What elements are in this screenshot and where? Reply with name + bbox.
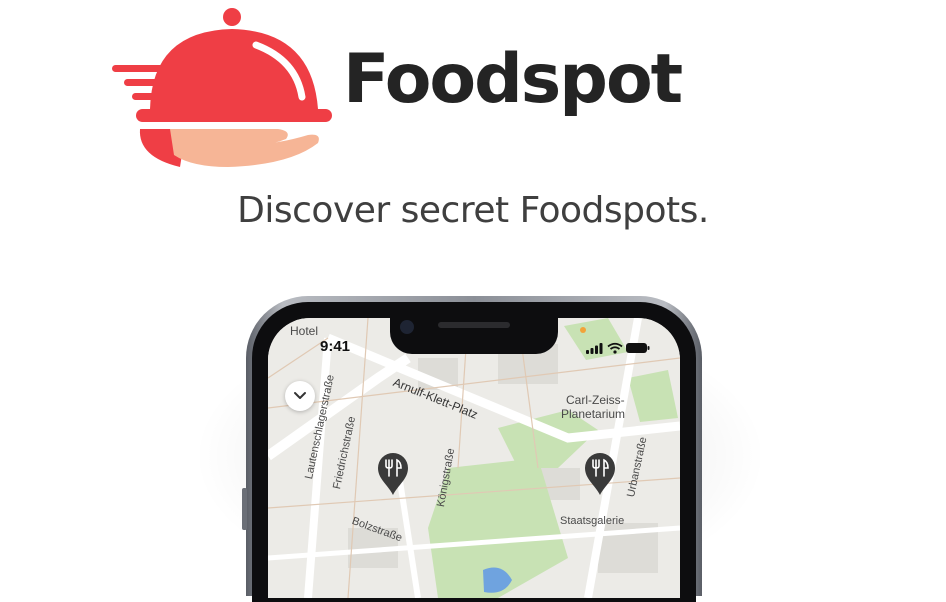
battery-icon xyxy=(626,343,650,353)
map-label-hotel: Hotel xyxy=(290,324,319,338)
phone-screen: Hotel Arnulf-Klett-Platz Friedrichstraße… xyxy=(268,318,680,598)
brand-name: Foodspot xyxy=(343,40,683,119)
map-label-planetarium-line1: Carl-Zeiss- xyxy=(566,393,625,407)
foodspot-pin[interactable] xyxy=(583,451,617,497)
front-camera xyxy=(400,320,414,334)
app-header: Foodspot xyxy=(0,0,946,190)
collapse-map-button[interactable] xyxy=(285,381,315,411)
chevron-down-icon xyxy=(294,392,306,399)
wifi-icon xyxy=(607,342,623,354)
foodspot-pin[interactable] xyxy=(376,451,410,497)
signal-icon xyxy=(586,343,603,354)
map-label-staatsgalerie: Staatsgalerie xyxy=(560,515,625,527)
cloche-hand-logo xyxy=(112,8,332,167)
map-label-planetarium-line2: Planetarium xyxy=(561,407,626,421)
tagline: Discover secret Foodspots. xyxy=(237,190,709,231)
earpiece-speaker xyxy=(438,322,510,328)
phone-side-button xyxy=(242,488,247,530)
phone-notch xyxy=(390,318,558,354)
status-bar-icons xyxy=(586,339,650,358)
map-canvas[interactable] xyxy=(268,318,680,598)
status-bar-time: 9:41 xyxy=(320,338,351,355)
